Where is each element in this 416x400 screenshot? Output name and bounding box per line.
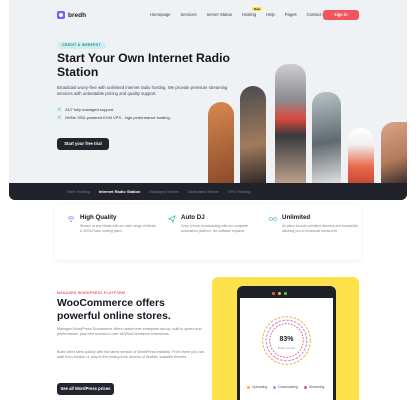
hero-photo-3 <box>275 64 306 183</box>
check-item: ✓ NVMe SSD-powered KVM VPS - high perfor… <box>57 115 171 120</box>
tab-web-hosting[interactable]: Web Hosting <box>67 189 90 194</box>
wordpress-prices-button[interactable]: See all WordPress prices <box>57 383 114 395</box>
window-dot <box>278 292 281 295</box>
brand-logo[interactable]: bredh <box>57 11 86 19</box>
hero-photo-6 <box>381 122 407 183</box>
check-icon: ✓ <box>57 115 62 120</box>
logo-icon <box>57 11 65 19</box>
progress-sublabel: Daily Growth <box>277 346 296 350</box>
nav-item-homepage[interactable]: Homepage <box>150 12 171 17</box>
hero-title: Start Your Own Internet Radio Station <box>57 51 230 79</box>
nav-item-help[interactable]: Help <box>266 12 275 17</box>
check-item: ✓ 24/7 fully managed support. <box>57 107 114 112</box>
brand-name: bredh <box>68 11 87 19</box>
legend-dot <box>273 385 277 389</box>
tab-internet-radio[interactable]: Internet Radio Station <box>99 189 141 194</box>
device-mockup: 83% Daily Growth Uploading Downloading S… <box>237 286 336 400</box>
window-dot <box>272 292 275 295</box>
tab-managed-server[interactable]: Managed Server <box>149 189 179 194</box>
section-eyebrow: MANAGED WORDPRESS PLATFORM <box>57 291 126 295</box>
section-title: WooCommerce offers powerful online store… <box>57 298 171 322</box>
hero-photo-4 <box>312 92 341 183</box>
hero-photo-1 <box>208 102 234 183</box>
check-text: 24/7 fully managed support. <box>65 107 115 112</box>
feature-title: High Quality <box>80 214 117 221</box>
legend-label: Downloading <box>278 385 298 389</box>
feature-desc: Stream at any bitrate with our wide rang… <box>80 224 156 233</box>
feature-cards: High Quality Stream at any bitrate with … <box>55 204 361 260</box>
feature-title: Unlimited <box>282 214 311 221</box>
site-header: bredh Homepage Services Server Status Ho… <box>0 0 416 30</box>
progress-percent: 83% <box>279 336 294 343</box>
nav-item-pages[interactable]: Pages <box>285 12 297 17</box>
hero-photo-5 <box>348 128 374 183</box>
feature-desc: Keep it fresh broadcasting with our comp… <box>181 224 248 233</box>
check-icon: ✓ <box>57 107 62 112</box>
legend-dot <box>303 385 307 389</box>
sign-in-button[interactable]: sign in <box>323 10 359 20</box>
feature-desc: All plans include unlimited listeners an… <box>282 224 359 233</box>
free-trial-button[interactable]: Start your free trial <box>57 138 109 150</box>
legend-item: Streaming <box>303 385 325 389</box>
hero-description: Broadcast worry-free with unlimited inte… <box>57 85 228 96</box>
new-badge: New <box>251 7 263 11</box>
check-text: NVMe SSD-powered KVM VPS - high performa… <box>65 115 171 120</box>
legend-item: Uploading <box>247 385 267 389</box>
legend-dot <box>247 385 250 389</box>
feature-title: Auto DJ <box>181 214 205 221</box>
section-paragraph: Build client sites quickly with the late… <box>57 350 205 360</box>
chart-legend: Uploading Downloading Streaming <box>247 385 324 389</box>
infinity-icon <box>269 217 277 221</box>
wifi-icon <box>67 216 75 223</box>
section-paragraph: Managed WordPress Ecommerce offers hassl… <box>57 327 202 337</box>
tab-vps-hosting[interactable]: VPS Hosting <box>228 189 251 194</box>
hero-photo-2 <box>240 86 266 183</box>
main-nav: Homepage Services Server Status Hosting N… <box>150 7 327 17</box>
nav-item-services[interactable]: Services <box>181 12 197 17</box>
nav-item-hosting-label: Hosting <box>241 12 257 17</box>
window-dot <box>284 292 287 295</box>
nav-item-hosting[interactable]: Hosting New <box>241 7 263 17</box>
legend-label: Streaming <box>308 385 325 389</box>
service-tabbar: Web Hosting Internet Radio Station Manag… <box>9 183 407 200</box>
hero-badge: CREDIT & WEBFEST <box>57 42 106 49</box>
legend-item: Downloading <box>273 385 298 389</box>
device-topbar <box>240 289 333 298</box>
nav-item-server-status[interactable]: Server Status <box>207 12 232 17</box>
tab-dedicated-server[interactable]: Dedicated Server <box>188 189 219 194</box>
send-icon <box>168 215 176 223</box>
legend-label: Uploading <box>252 385 268 389</box>
